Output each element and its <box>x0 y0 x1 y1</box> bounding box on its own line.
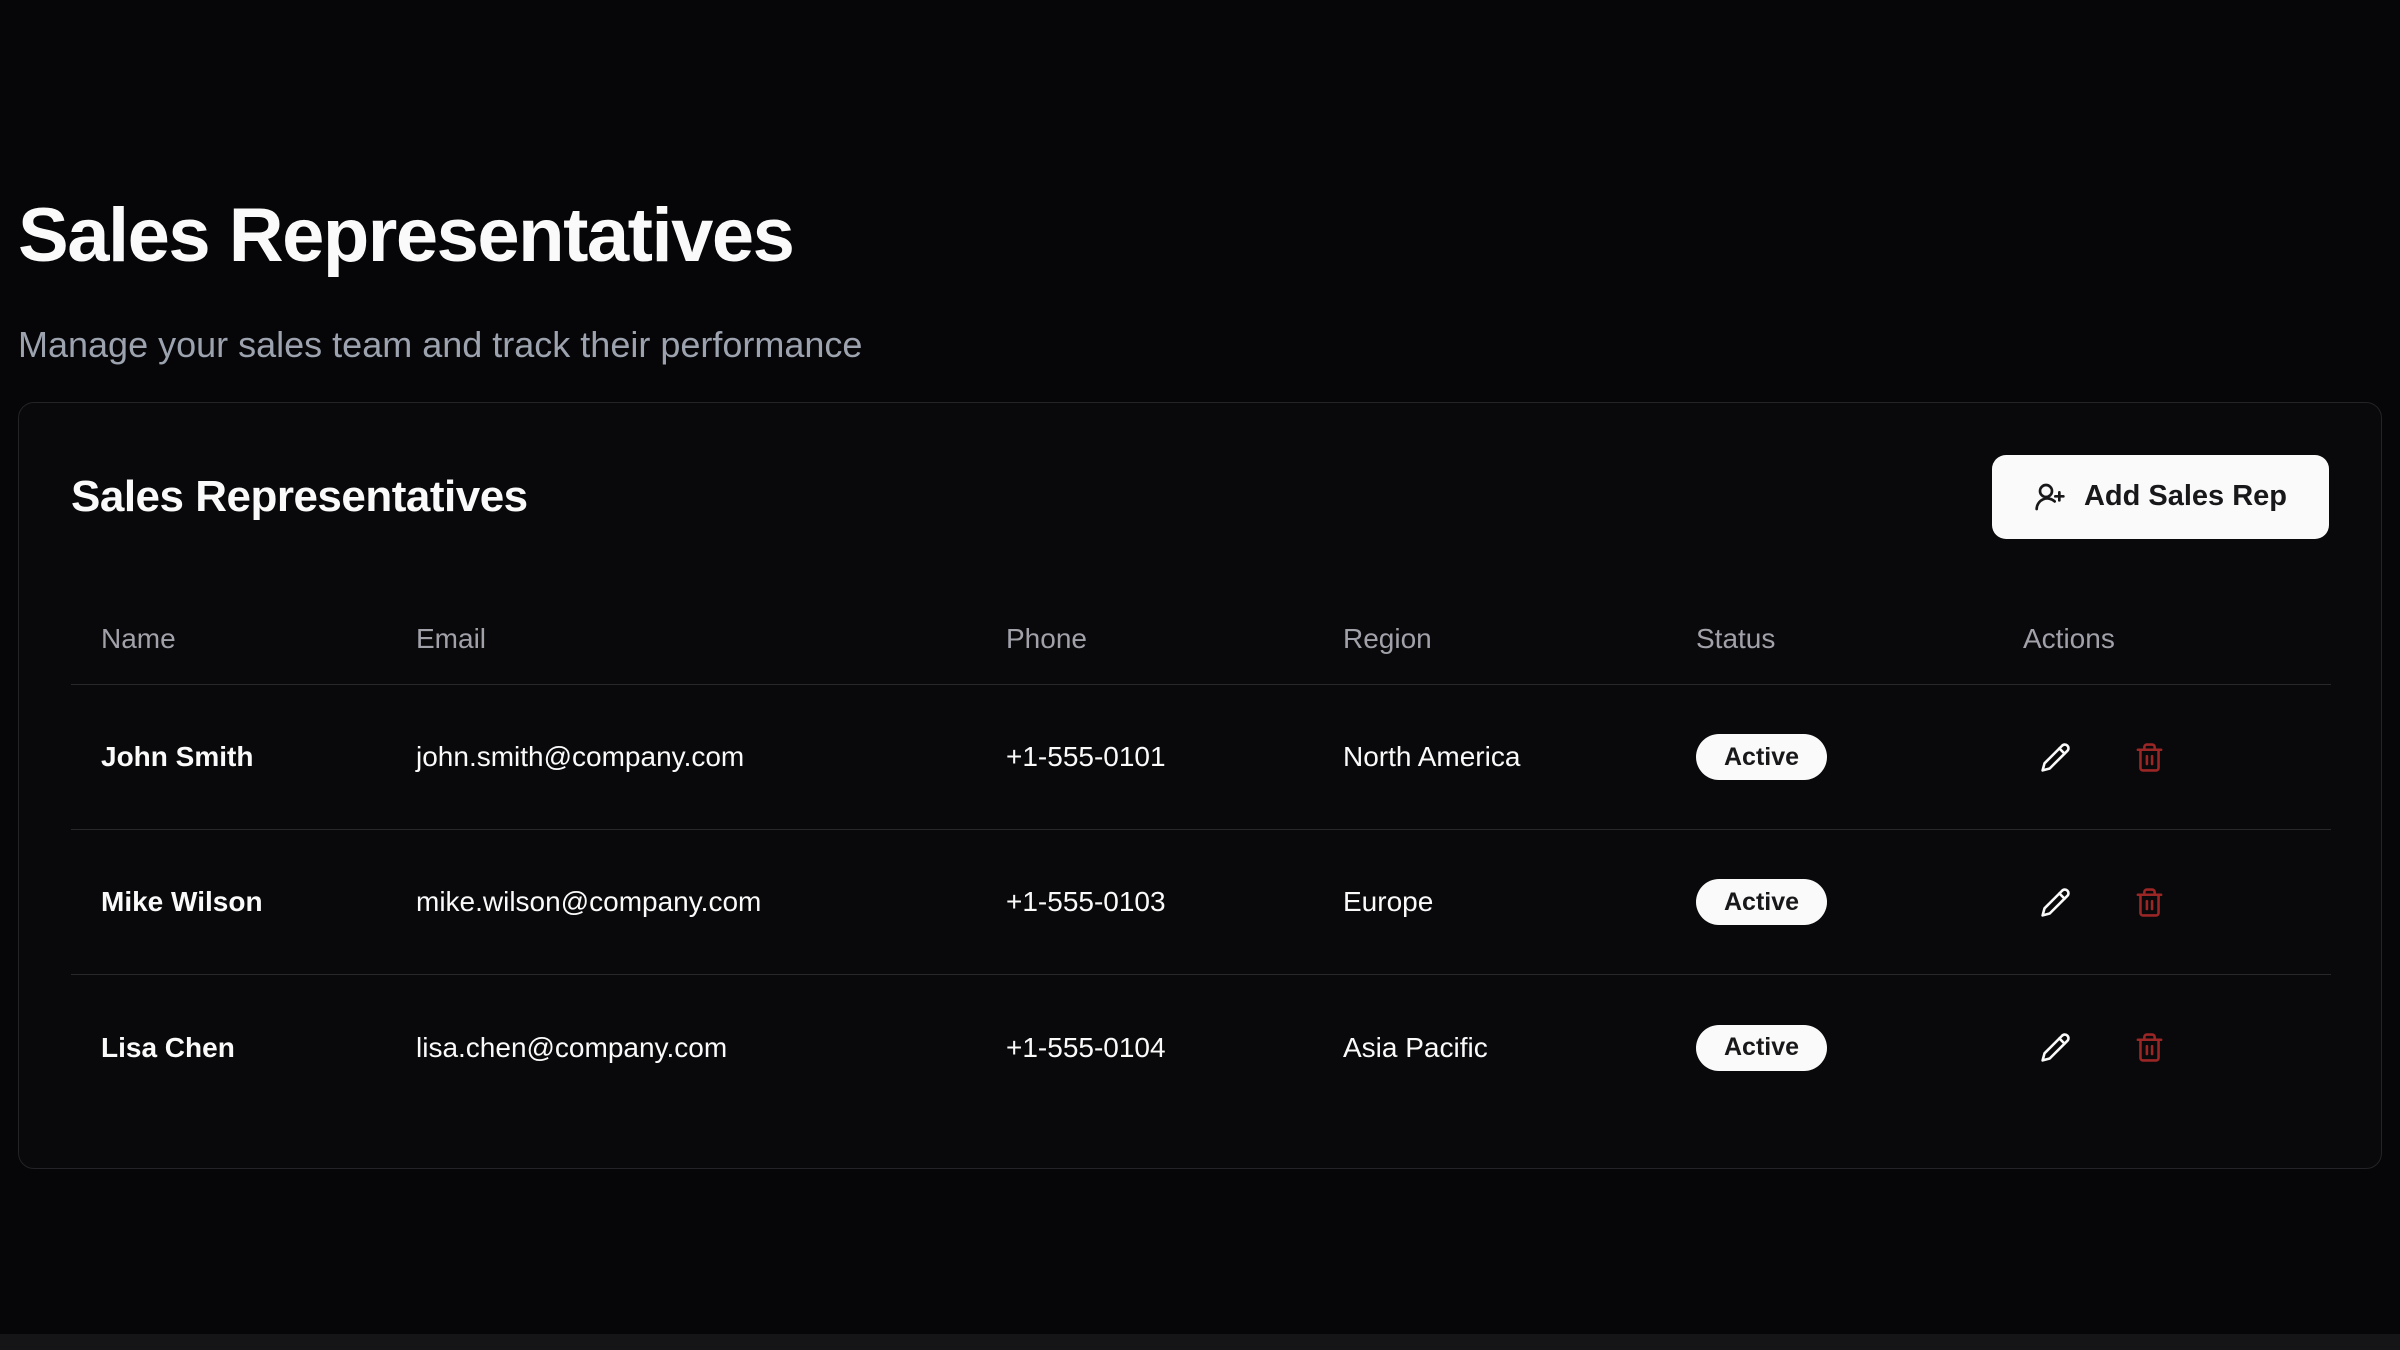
cell-phone: +1-555-0101 <box>976 685 1313 830</box>
cell-phone: +1-555-0103 <box>976 830 1313 975</box>
edit-button[interactable] <box>2023 870 2087 934</box>
cell-region: Asia Pacific <box>1313 975 1666 1120</box>
page-title: Sales Representatives <box>18 0 2382 279</box>
cell-name: John Smith <box>71 685 386 830</box>
cell-name: Mike Wilson <box>71 830 386 975</box>
table-row: Mike Wilson mike.wilson@company.com +1-5… <box>71 830 2331 975</box>
cell-region: Europe <box>1313 830 1666 975</box>
page: Sales Representatives Manage your sales … <box>0 0 2400 1169</box>
pencil-icon <box>2040 887 2071 918</box>
cell-email: mike.wilson@company.com <box>386 830 976 975</box>
sales-reps-card: Sales Representatives Add Sales Rep <box>18 402 2382 1169</box>
table-row: John Smith john.smith@company.com +1-555… <box>71 685 2331 830</box>
trash-icon <box>2134 887 2165 918</box>
cell-status: Active <box>1666 975 1993 1120</box>
sales-reps-table: Name Email Phone Region Status Actions J… <box>71 593 2331 1120</box>
trash-icon <box>2134 742 2165 773</box>
trash-icon <box>2134 1032 2165 1063</box>
add-sales-rep-button[interactable]: Add Sales Rep <box>1992 455 2329 539</box>
cell-actions <box>1993 685 2331 830</box>
cell-status: Active <box>1666 685 1993 830</box>
user-plus-icon <box>2034 481 2066 513</box>
pencil-icon <box>2040 742 2071 773</box>
delete-button[interactable] <box>2117 725 2181 789</box>
cell-name: Lisa Chen <box>71 975 386 1120</box>
column-header-name: Name <box>71 593 386 685</box>
column-header-region: Region <box>1313 593 1666 685</box>
card-header: Sales Representatives Add Sales Rep <box>19 403 2381 539</box>
status-badge: Active <box>1696 1025 1827 1071</box>
status-badge: Active <box>1696 734 1827 780</box>
status-badge: Active <box>1696 879 1827 925</box>
bottom-edge-bar <box>0 1334 2400 1350</box>
cell-email: john.smith@company.com <box>386 685 976 830</box>
cell-email: lisa.chen@company.com <box>386 975 976 1120</box>
table-row: Lisa Chen lisa.chen@company.com +1-555-0… <box>71 975 2331 1120</box>
page-subtitle: Manage your sales team and track their p… <box>18 321 2382 370</box>
column-header-actions: Actions <box>1993 593 2331 685</box>
delete-button[interactable] <box>2117 1016 2181 1080</box>
column-header-phone: Phone <box>976 593 1313 685</box>
pencil-icon <box>2040 1032 2071 1063</box>
card-title: Sales Representatives <box>71 472 528 522</box>
table-header-row: Name Email Phone Region Status Actions <box>71 593 2331 685</box>
cell-actions <box>1993 830 2331 975</box>
add-sales-rep-button-label: Add Sales Rep <box>2084 480 2287 513</box>
cell-actions <box>1993 975 2331 1120</box>
cell-region: North America <box>1313 685 1666 830</box>
cell-phone: +1-555-0104 <box>976 975 1313 1120</box>
delete-button[interactable] <box>2117 870 2181 934</box>
column-header-status: Status <box>1666 593 1993 685</box>
column-header-email: Email <box>386 593 976 685</box>
edit-button[interactable] <box>2023 725 2087 789</box>
edit-button[interactable] <box>2023 1016 2087 1080</box>
cell-status: Active <box>1666 830 1993 975</box>
